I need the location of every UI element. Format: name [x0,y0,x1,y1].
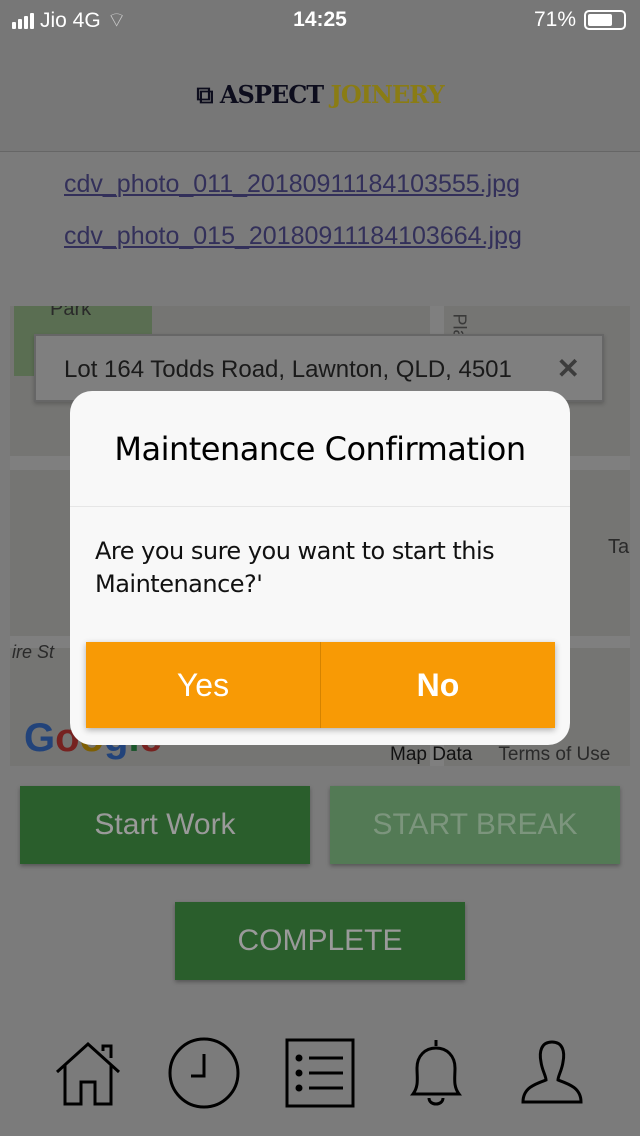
logo-text: ASPECT [219,80,324,109]
start-work-button[interactable]: Start Work [20,786,310,864]
dialog-title: Maintenance Confirmation [70,391,570,507]
logo: ⧉ ASPECT JOINERY [0,80,640,109]
dialog-message: Are you sure you want to start this Main… [95,537,495,598]
user-icon[interactable] [515,1036,589,1110]
map-label: Park [50,306,92,320]
bottom-nav [0,1036,640,1116]
map-label: Ta [608,536,630,558]
yes-button[interactable]: Yes [86,642,321,728]
attachment-list: cdv_photo_011_20180911184103555.jpg cdv_… [64,158,580,262]
clock-icon[interactable] [167,1036,241,1110]
complete-button[interactable]: COMPLETE [175,902,465,980]
address-text: Lot 164 Todds Road, Lawnton, QLD, 4501 [64,356,512,383]
terms-link[interactable]: Terms of Use [498,744,610,766]
bell-icon[interactable] [399,1036,473,1110]
home-icon[interactable] [51,1036,125,1110]
no-button[interactable]: No [321,642,555,728]
battery-percent: 71% [533,8,576,31]
map-data-link[interactable]: Map Data [390,744,472,766]
attachment-link[interactable]: cdv_photo_015_20180911184103664.jpg [64,210,580,262]
logo-text-accent: JOINERY [330,80,445,109]
status-bar: Jio 4G ⌔ 14:25 71% [0,0,640,42]
maintenance-confirmation-dialog: Maintenance Confirmation Are you sure yo… [70,391,570,745]
logo-mark-icon: ⧉ [196,80,220,109]
attachment-link[interactable]: cdv_photo_011_20180911184103555.jpg [64,158,580,210]
battery-icon [584,10,626,30]
map-label: ire St [12,642,55,662]
list-icon[interactable] [283,1036,357,1110]
start-break-button[interactable]: START BREAK [330,786,620,864]
close-icon[interactable]: ✕ [557,352,580,385]
